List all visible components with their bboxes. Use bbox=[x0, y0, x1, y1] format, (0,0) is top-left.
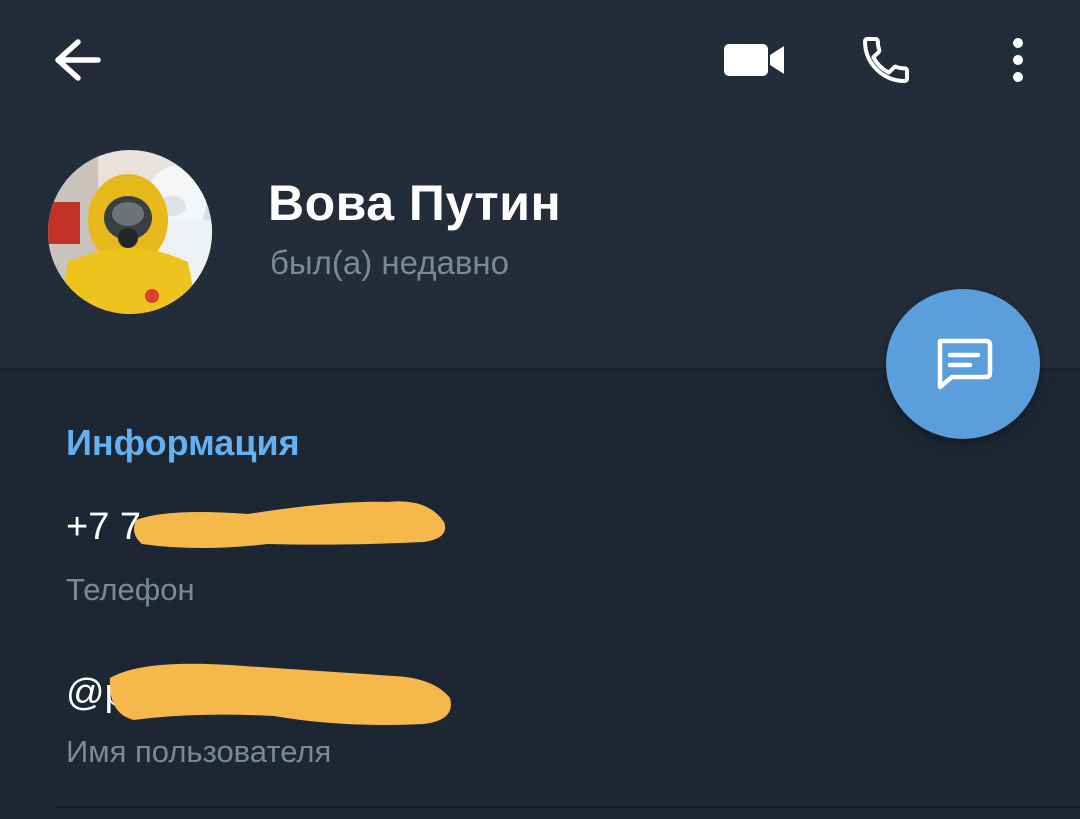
video-camera-icon[interactable] bbox=[722, 40, 788, 80]
message-icon bbox=[937, 338, 993, 390]
back-arrow-icon[interactable] bbox=[48, 36, 104, 84]
phone-redaction-mark bbox=[134, 501, 446, 548]
more-vertical-icon[interactable] bbox=[1004, 36, 1032, 84]
profile-status: был(а) недавно bbox=[270, 244, 509, 281]
phone-label: Телефон bbox=[66, 572, 195, 607]
username-label: Имя пользователя bbox=[66, 734, 332, 769]
section-divider bbox=[56, 806, 1080, 808]
info-section-title: Информация bbox=[66, 422, 300, 463]
profile-name: Вова Путин bbox=[268, 175, 562, 231]
phone-icon[interactable] bbox=[858, 32, 914, 88]
profile-avatar[interactable] bbox=[48, 150, 212, 314]
username-redaction-mark bbox=[109, 663, 451, 725]
send-message-button[interactable] bbox=[886, 289, 1040, 439]
